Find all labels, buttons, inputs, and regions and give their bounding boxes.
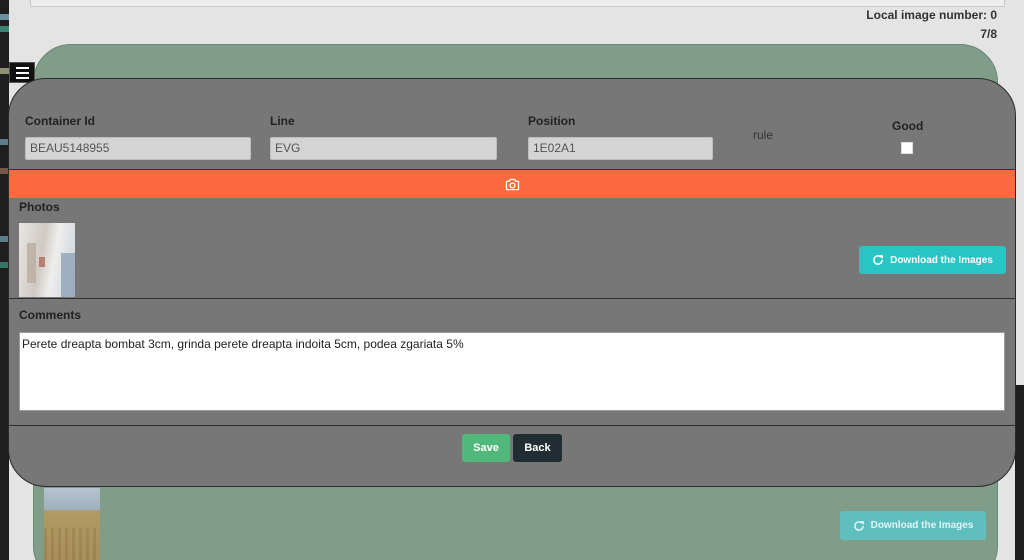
background-photo-thumbnail[interactable]: [44, 488, 100, 560]
take-photo-bar[interactable]: [9, 170, 1015, 198]
divider: [9, 425, 1015, 426]
save-button[interactable]: Save: [462, 434, 510, 462]
editor-right-strip: [1015, 385, 1024, 560]
background-download-images-button[interactable]: Download the Images: [840, 511, 986, 540]
camera-icon: [505, 178, 519, 190]
code-fragment: [0, 68, 9, 74]
rule-label: rule: [753, 128, 774, 142]
photo-thumbnail[interactable]: [19, 223, 75, 297]
page-counter: 7/8: [980, 27, 997, 41]
good-label: Good: [892, 119, 924, 133]
code-fragment: [0, 26, 9, 32]
line-field[interactable]: EVG: [270, 137, 497, 160]
container-inspection-modal: Container Id BEAU5148955 Line EVG Positi…: [8, 78, 1016, 487]
container-id-field[interactable]: BEAU5148955: [25, 137, 251, 160]
photos-label: Photos: [19, 200, 60, 214]
position-field[interactable]: 1E02A1: [528, 137, 713, 160]
refresh-icon: [873, 255, 883, 265]
container-id-label: Container Id: [25, 114, 96, 128]
download-images-label: Download the Images: [890, 254, 993, 266]
local-image-number: Local image number: 0: [866, 8, 997, 22]
top-header-bar: [30, 0, 1005, 7]
download-images-button[interactable]: Download the Images: [859, 246, 1006, 274]
divider: [9, 298, 1015, 299]
line-label: Line: [270, 114, 295, 128]
position-label: Position: [528, 114, 576, 128]
code-fragment: [0, 14, 9, 20]
comments-label: Comments: [19, 308, 82, 322]
refresh-icon: [853, 520, 864, 531]
back-button[interactable]: Back: [513, 434, 562, 462]
background-download-label: Download the Images: [870, 520, 974, 531]
comments-textarea[interactable]: Perete dreapta bombat 3cm, grinda perete…: [19, 332, 1005, 411]
good-checkbox[interactable]: [901, 142, 913, 154]
